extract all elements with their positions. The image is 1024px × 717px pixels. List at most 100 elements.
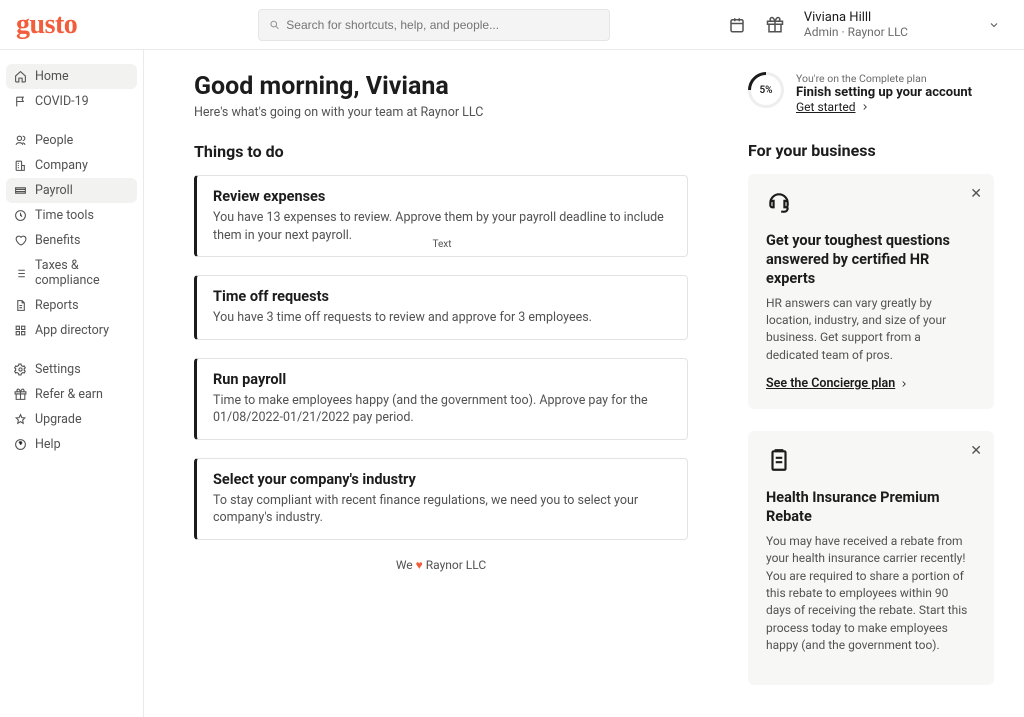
- todo-title: Review expenses: [213, 188, 671, 205]
- concierge-link[interactable]: See the Concierge plan: [766, 376, 909, 391]
- todo-title: Run payroll: [213, 371, 671, 388]
- footer-love: We ♥ Raynor LLC: [194, 558, 688, 572]
- sidebar-item-label: Payroll: [35, 183, 73, 198]
- sidebar-item-label: Settings: [35, 362, 81, 377]
- sidebar-item-payroll[interactable]: Payroll: [6, 178, 137, 203]
- list-icon: [14, 267, 27, 280]
- heart-icon: [14, 234, 27, 247]
- help-icon: [14, 438, 27, 451]
- todo-title: Select your company's industry: [213, 471, 671, 488]
- search-input[interactable]: [286, 18, 599, 32]
- things-to-do-heading: Things to do: [194, 142, 688, 161]
- flag-icon: [14, 95, 27, 108]
- sidebar-item-label: Company: [35, 158, 88, 173]
- todo-card[interactable]: Review expensesYou have 13 expenses to r…: [194, 175, 688, 257]
- greeting: Good morning, Viviana: [194, 72, 688, 101]
- sidebar-item-company[interactable]: Company: [6, 153, 137, 178]
- todo-card[interactable]: Select your company's industry To stay co…: [194, 458, 688, 540]
- payroll-icon: [14, 184, 27, 197]
- todo-desc: You have 3 time off requests to review a…: [213, 309, 671, 327]
- sidebar-item-time-tools[interactable]: Time tools: [6, 203, 137, 228]
- sidebar-item-people[interactable]: People: [6, 128, 137, 153]
- sidebar-item-label: App directory: [35, 323, 109, 338]
- subgreeting: Here's what's going on with your team at…: [194, 105, 688, 120]
- user-name: Viviana Hilll: [804, 10, 908, 25]
- user-menu[interactable]: Viviana Hilll Admin · Raynor LLC: [804, 10, 1008, 39]
- sidebar-item-label: Refer & earn: [35, 387, 103, 402]
- nav-group-3: Settings Refer & earn Upgrade Help: [6, 357, 137, 457]
- todo-desc: To stay compliant with recent finance re…: [213, 492, 671, 527]
- sidebar-item-benefits[interactable]: Benefits: [6, 228, 137, 253]
- headset-icon: [766, 190, 976, 220]
- main-right: 5% You're on the Complete plan Finish se…: [748, 72, 994, 707]
- company-icon: [14, 159, 27, 172]
- main: Good morning, Viviana Here's what's goin…: [144, 50, 1024, 717]
- card-hr-experts: ✕ Get your toughest questions answered b…: [748, 174, 994, 409]
- sidebar: Home COVID-19 People Company Payroll Time to…: [0, 50, 144, 717]
- calendar-icon[interactable]: [728, 16, 746, 34]
- todo-desc: Time to make employees happy (and the go…: [213, 392, 671, 427]
- close-icon[interactable]: ✕: [970, 186, 982, 202]
- setup-widget: 5% You're on the Complete plan Finish se…: [748, 72, 994, 115]
- sidebar-item-label: Help: [35, 437, 61, 452]
- main-left: Good morning, Viviana Here's what's goin…: [194, 72, 688, 707]
- for-your-business-heading: For your business: [748, 141, 994, 160]
- sidebar-item-label: COVID-19: [35, 94, 89, 109]
- chevron-right-icon: [860, 102, 870, 112]
- sidebar-item-refer-earn[interactable]: Refer & earn: [6, 382, 137, 407]
- doc-icon: [14, 299, 27, 312]
- concierge-link-label: See the Concierge plan: [766, 376, 895, 391]
- sidebar-item-taxes-compliance[interactable]: Taxes & compliance: [6, 253, 137, 293]
- sidebar-item-label: Upgrade: [35, 412, 82, 427]
- sidebar-item-home[interactable]: Home: [6, 64, 137, 89]
- card-title: Get your toughest questions answered by …: [766, 232, 976, 289]
- footer-pre: We: [396, 558, 416, 572]
- gear-icon: [14, 363, 27, 376]
- grid-icon: [14, 324, 27, 337]
- sidebar-item-covid-19[interactable]: COVID-19: [6, 89, 137, 114]
- nav-group-2: People Company Payroll Time tools Benefits Ta…: [6, 128, 137, 343]
- user-info: Viviana Hilll Admin · Raynor LLC: [804, 10, 908, 39]
- nav-group-1: Home COVID-19: [6, 64, 137, 114]
- todo-card[interactable]: Run payroll Time to make employees happy …: [194, 358, 688, 440]
- card-desc: You may have received a rebate from your…: [766, 533, 976, 655]
- sidebar-item-help[interactable]: Help: [6, 432, 137, 457]
- home-icon: [14, 70, 27, 83]
- user-role: Admin · Raynor LLC: [804, 25, 908, 39]
- search-box[interactable]: [258, 9, 610, 41]
- sidebar-item-label: Home: [35, 69, 69, 84]
- sidebar-item-label: Reports: [35, 298, 79, 313]
- sidebar-item-label: Benefits: [35, 233, 80, 248]
- search-icon: [269, 19, 280, 31]
- setup-finish: Finish setting up your account: [796, 85, 972, 100]
- star-icon: [14, 413, 27, 426]
- heart-icon: ♥: [416, 558, 423, 572]
- chevron-right-icon: [899, 379, 909, 389]
- card-rebate: ✕ Health Insurance Premium Rebate You ma…: [748, 431, 994, 684]
- todo-tag: Text: [432, 239, 451, 250]
- clipboard-icon: [766, 447, 976, 477]
- gift-icon[interactable]: [766, 16, 784, 34]
- logo[interactable]: gusto: [16, 9, 160, 41]
- sidebar-item-upgrade[interactable]: Upgrade: [6, 407, 137, 432]
- todo-card[interactable]: Time off requests You have 3 time off req…: [194, 275, 688, 340]
- sidebar-item-label: People: [35, 133, 73, 148]
- get-started-link[interactable]: Get started: [796, 100, 870, 114]
- sidebar-item-app-directory[interactable]: App directory: [6, 318, 137, 343]
- sidebar-item-label: Time tools: [35, 208, 94, 223]
- setup-text: You're on the Complete plan Finish setti…: [796, 72, 972, 115]
- sidebar-item-settings[interactable]: Settings: [6, 357, 137, 382]
- app-body: Home COVID-19 People Company Payroll Time to…: [0, 50, 1024, 717]
- todo-title: Time off requests: [213, 288, 671, 305]
- search-wrap: [160, 9, 708, 41]
- people-icon: [14, 134, 27, 147]
- sidebar-item-reports[interactable]: Reports: [6, 293, 137, 318]
- setup-progress-ring: 5%: [748, 72, 784, 108]
- chevron-down-icon: [988, 19, 1000, 31]
- footer-post: Raynor LLC: [423, 558, 486, 572]
- get-started-label: Get started: [796, 100, 856, 114]
- sidebar-item-label: Taxes & compliance: [35, 258, 129, 288]
- close-icon[interactable]: ✕: [970, 443, 982, 459]
- card-desc: HR answers can vary greatly by location,…: [766, 295, 976, 365]
- card-title: Health Insurance Premium Rebate: [766, 489, 976, 527]
